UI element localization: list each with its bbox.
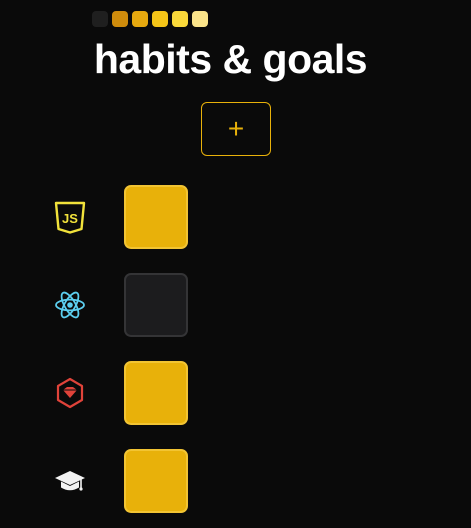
habit-row-javascript: JS — [50, 185, 188, 249]
intensity-legend — [92, 11, 208, 27]
react-icon — [50, 285, 90, 325]
habit-row-education — [50, 449, 188, 513]
javascript-icon: JS — [50, 197, 90, 237]
legend-swatch-5 — [192, 11, 208, 27]
habit-cell-javascript[interactable] — [124, 185, 188, 249]
habit-row-ruby — [50, 361, 188, 425]
legend-swatch-3 — [152, 11, 168, 27]
legend-swatch-4 — [172, 11, 188, 27]
graduation-cap-icon — [50, 461, 90, 501]
legend-swatch-2 — [132, 11, 148, 27]
plus-icon: + — [227, 113, 245, 144]
add-habit-button[interactable]: + — [201, 102, 271, 156]
habit-cell-education[interactable] — [124, 449, 188, 513]
page-title: habits & goals — [93, 36, 368, 82]
habit-row-react — [50, 273, 188, 337]
ruby-gem-icon — [50, 373, 90, 413]
svg-text:JS: JS — [62, 211, 78, 226]
habit-cell-react[interactable] — [124, 273, 188, 337]
app-root: habits & goals + JS — [0, 0, 471, 528]
legend-swatch-1 — [112, 11, 128, 27]
habit-cell-ruby[interactable] — [124, 361, 188, 425]
legend-swatch-0 — [92, 11, 108, 27]
